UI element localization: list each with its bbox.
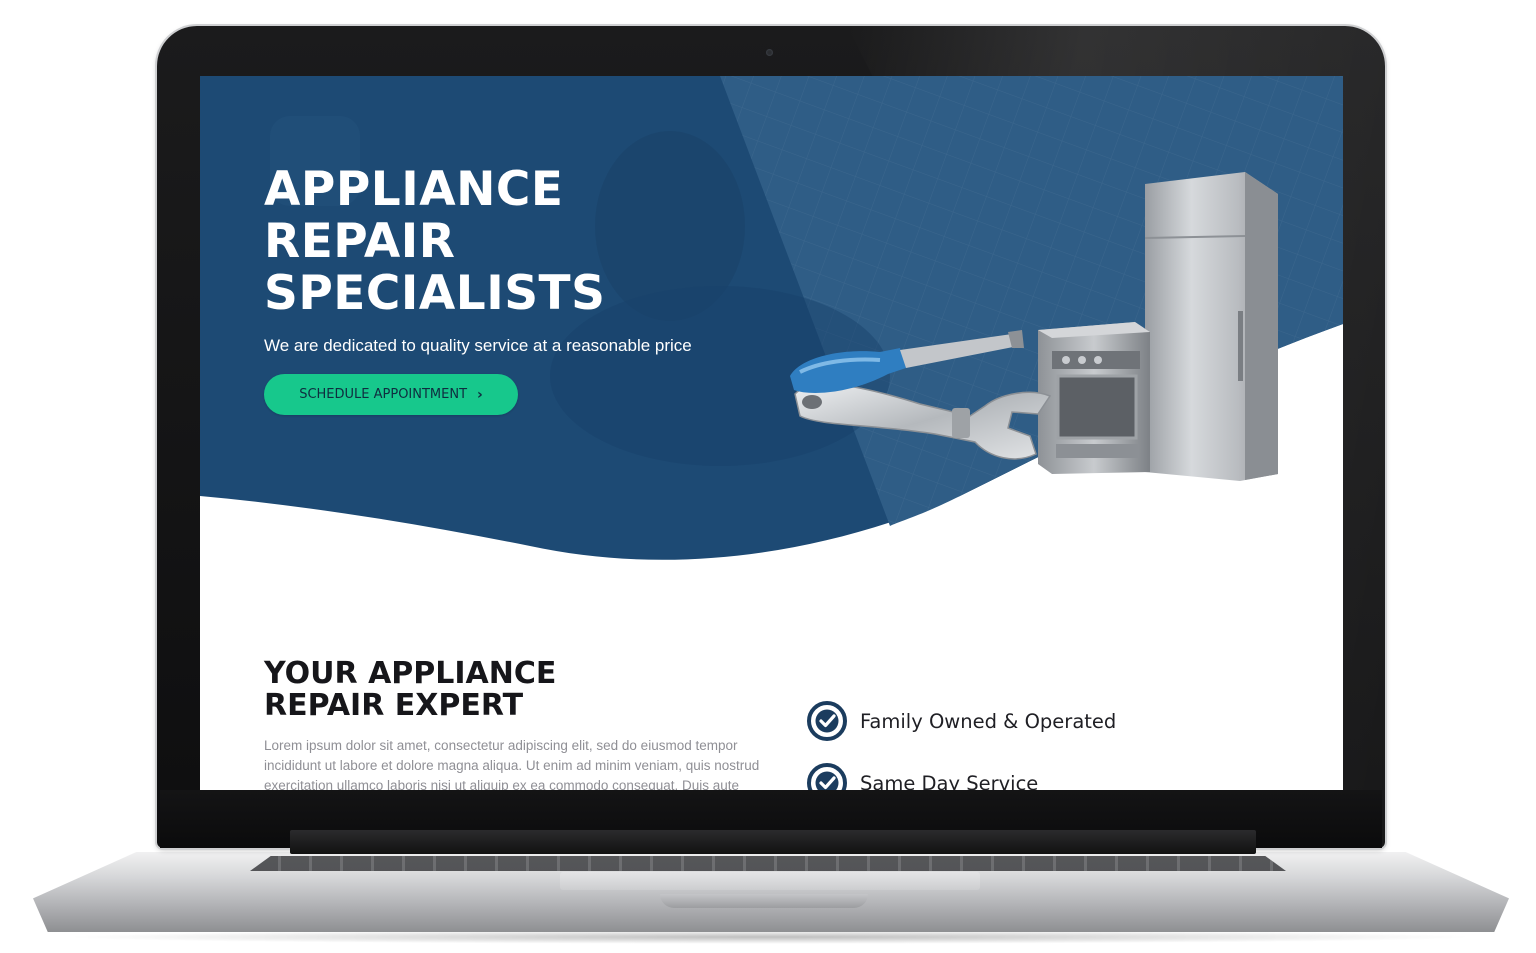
hero-title-line: SPECIALISTS	[264, 266, 606, 321]
check-circle-icon	[807, 763, 847, 790]
schedule-appointment-label: SCHEDULE APPOINTMENT	[299, 387, 468, 402]
feature-item: Same Day Service	[806, 762, 1038, 790]
laptop-trackpad	[560, 872, 980, 890]
hero-background	[200, 76, 1343, 560]
website-screen: APPLIANCE REPAIR SPECIALISTS We are dedi…	[200, 76, 1343, 790]
chevron-right-icon: ›	[477, 386, 483, 403]
laptop-hinge	[290, 830, 1256, 854]
webcam-icon	[766, 49, 773, 56]
feature-label: Same Day Service	[860, 771, 1039, 791]
hero-title-line: REPAIR	[264, 214, 456, 269]
about-body: Lorem ipsum dolor sit amet, consectetur …	[264, 738, 760, 790]
feature-label: Family Owned & Operated	[860, 709, 1117, 733]
hero-subtitle: We are dedicated to quality service at a…	[264, 336, 692, 355]
check-circle-icon	[807, 701, 847, 741]
feature-item: Family Owned & Operated	[806, 700, 1116, 742]
laptop-keyboard	[250, 856, 1286, 871]
schedule-appointment-button[interactable]: SCHEDULE APPOINTMENT ›	[264, 374, 518, 415]
about-title-line: REPAIR EXPERT	[264, 688, 524, 723]
hero-title: APPLIANCE REPAIR SPECIALISTS	[264, 164, 605, 320]
laptop-notch	[660, 894, 868, 908]
about-title: YOUR APPLIANCE REPAIR EXPERT	[264, 658, 556, 722]
laptop-shadow	[60, 930, 1480, 944]
refrigerator-illustration	[1144, 172, 1278, 481]
stove-illustration	[1038, 322, 1150, 474]
hero-title-line: APPLIANCE	[264, 162, 564, 217]
about-title-line: YOUR APPLIANCE	[264, 656, 557, 691]
